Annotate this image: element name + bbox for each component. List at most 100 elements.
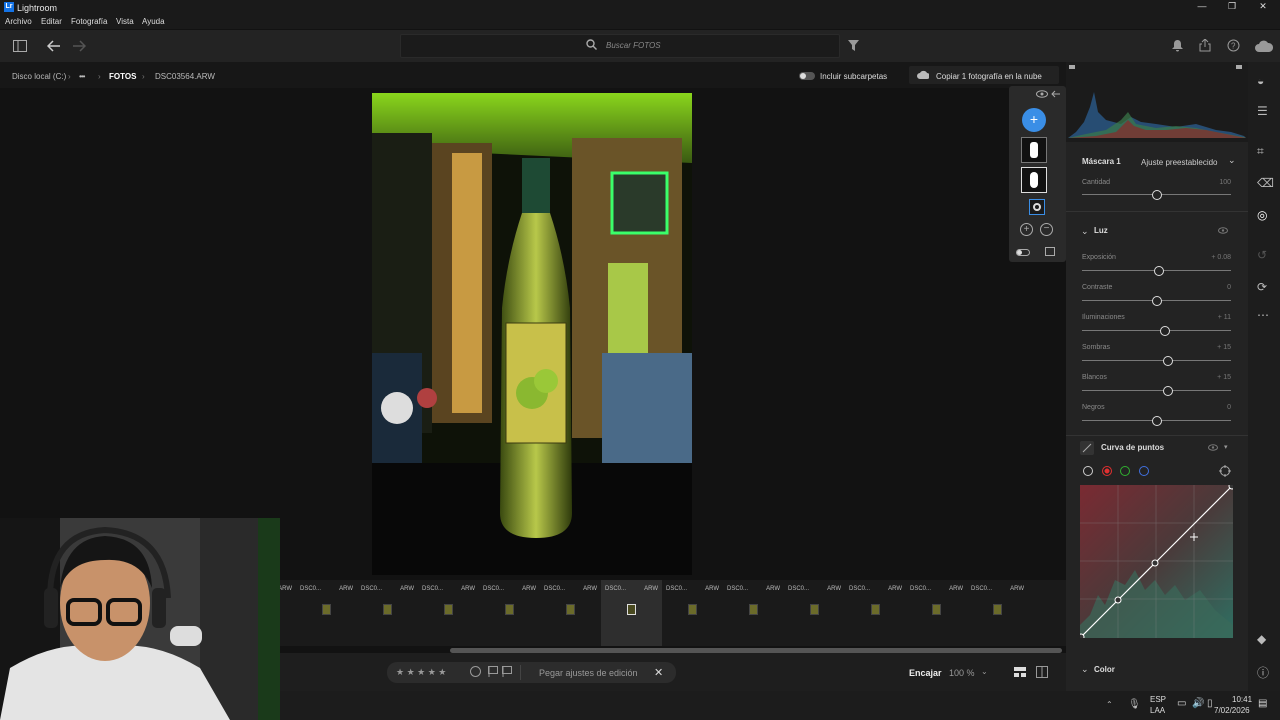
help-icon[interactable]: ? xyxy=(1227,39,1240,52)
filmstrip-thumbnail[interactable]: DSC0... ARW xyxy=(418,580,479,646)
filmstrip-thumbnail[interactable]: DSC0... ARW xyxy=(662,580,723,646)
mask-thumbnail-2[interactable] xyxy=(1021,167,1047,193)
versions-icon[interactable]: ⟳ xyxy=(1257,280,1267,294)
info-icon[interactable]: ⓘ xyxy=(1257,664,1269,681)
overlay-toggle[interactable] xyxy=(1016,249,1030,256)
history-icon[interactable]: ↺ xyxy=(1257,248,1267,262)
white-channel-icon[interactable] xyxy=(1083,466,1093,476)
share-icon[interactable] xyxy=(1199,39,1211,52)
filmstrip-thumbnail[interactable]: DSC0... ARW xyxy=(967,580,1028,646)
subfolders-toggle[interactable] xyxy=(799,72,815,80)
amount-value: 100 xyxy=(1219,179,1231,186)
profile-icon[interactable]: ◒ xyxy=(1257,74,1264,88)
filmstrip-thumbnail[interactable]: DSC0... ARW xyxy=(906,580,967,646)
eye-icon[interactable] xyxy=(1218,227,1228,234)
luz-section-title[interactable]: Luz xyxy=(1094,226,1108,235)
filter-icon[interactable] xyxy=(848,40,859,51)
thumbnail-name: DSC0... xyxy=(910,586,932,592)
amount-slider[interactable] xyxy=(1151,190,1162,200)
search-bar[interactable]: Buscar FOTOS xyxy=(400,34,840,58)
panel-toggle-icon[interactable] xyxy=(13,40,27,52)
filmstrip-thumbnail[interactable]: DSC0... ARW xyxy=(784,580,845,646)
eye-icon[interactable] xyxy=(1208,444,1218,451)
star-rating[interactable]: ★ ★ ★ ★ ★ xyxy=(396,667,446,678)
add-mask-button[interactable]: + xyxy=(1022,108,1046,132)
grid-view-icon[interactable] xyxy=(1014,667,1026,677)
breadcrumb-drive[interactable]: Disco local (C:) xyxy=(12,72,66,81)
curve-section-title[interactable]: Curva de puntos xyxy=(1101,443,1164,452)
filmstrip-thumbnail[interactable]: DSC0... ARW xyxy=(296,580,357,646)
blue-channel-icon[interactable] xyxy=(1139,466,1149,476)
filmstrip-thumbnail[interactable]: DSC0... ARW xyxy=(723,580,784,646)
preset-dropdown[interactable]: Ajuste preestablecido xyxy=(1141,158,1218,167)
chevron-up-icon[interactable]: ⌃ xyxy=(1106,700,1113,709)
filmstrip-thumbnail[interactable]: DSC0... ARW xyxy=(601,580,662,646)
menu-vista[interactable]: Vista xyxy=(116,17,134,26)
filmstrip-thumbnail[interactable]: DSC0... ARW xyxy=(540,580,601,646)
tag-icon[interactable]: ◆ xyxy=(1257,632,1266,646)
eraser-icon[interactable]: ⌫ xyxy=(1257,176,1274,190)
more-icon[interactable]: ⋯ xyxy=(1257,308,1269,322)
radial-mask-icon[interactable] xyxy=(1029,199,1045,215)
maximize-button[interactable]: ❐ xyxy=(1225,1,1239,13)
speaker-icon[interactable]: 🔊 xyxy=(1192,698,1204,709)
menu-editar[interactable]: Editar xyxy=(41,17,62,26)
chevron-down-icon[interactable]: ⌄ xyxy=(1081,226,1089,237)
filmstrip-thumbnail[interactable]: DSC0... ARW xyxy=(479,580,540,646)
target-adjust-icon[interactable] xyxy=(1219,465,1231,477)
sliders-icon[interactable]: ☰ xyxy=(1257,104,1268,118)
menu-ayuda[interactable]: Ayuda xyxy=(142,17,165,26)
close-icon[interactable]: ✕ xyxy=(654,666,663,679)
taskbar-time[interactable]: 10:41 xyxy=(1232,695,1252,704)
slider-knob[interactable] xyxy=(1151,296,1162,306)
point-curve-editor[interactable] xyxy=(1077,482,1236,641)
caret-down-icon[interactable]: ▾ xyxy=(1224,443,1228,451)
arrow-right-icon[interactable] xyxy=(72,40,86,52)
fit-label[interactable]: Encajar xyxy=(909,668,942,678)
menu-fotografia[interactable]: Fotografía xyxy=(71,17,107,26)
compare-view-icon[interactable] xyxy=(1036,666,1048,678)
network-icon[interactable]: ▭ xyxy=(1177,698,1186,709)
menu-archivo[interactable]: Archivo xyxy=(5,17,32,26)
flag-pick-icon[interactable] xyxy=(488,666,498,677)
color-section-title[interactable]: Color xyxy=(1094,665,1115,674)
eye-icon[interactable] xyxy=(1036,90,1048,98)
add-to-mask-icon[interactable]: + xyxy=(1020,223,1033,236)
unflag-icon[interactable] xyxy=(470,666,481,677)
filmstrip-thumbnail[interactable]: DSC0... ARW xyxy=(845,580,906,646)
search-icon xyxy=(586,39,597,50)
chevron-down-icon[interactable]: ⌄ xyxy=(981,667,988,676)
subtract-from-mask-icon[interactable]: − xyxy=(1040,223,1053,236)
minimize-button[interactable]: — xyxy=(1195,1,1209,13)
mask-thumbnail-1[interactable] xyxy=(1021,137,1047,163)
breadcrumb-ellipsis[interactable]: ••• xyxy=(79,72,85,81)
close-button[interactable]: ✕ xyxy=(1256,1,1270,13)
bell-icon[interactable] xyxy=(1172,40,1183,52)
zoom-level[interactable]: 100 % xyxy=(949,668,975,678)
green-channel-icon[interactable] xyxy=(1120,466,1130,476)
notifications-icon[interactable]: ▤ xyxy=(1258,698,1267,709)
breadcrumb-folder[interactable]: FOTOS xyxy=(109,72,136,81)
app-title: Lightroom xyxy=(17,3,58,13)
paste-settings-button[interactable]: Pegar ajustes de edición xyxy=(539,668,638,678)
cloud-icon[interactable] xyxy=(1255,40,1273,52)
search-input[interactable]: Buscar FOTOS xyxy=(606,41,661,50)
filmstrip-thumbnail[interactable]: DSC0... ARW xyxy=(357,580,418,646)
masking-icon[interactable]: ◎ xyxy=(1257,208,1267,222)
taskbar-layout[interactable]: LAA xyxy=(1150,706,1165,715)
arrow-left-icon[interactable] xyxy=(1051,90,1061,98)
main-photo[interactable] xyxy=(372,93,692,575)
chevron-down-icon[interactable]: ⌄ xyxy=(1081,664,1089,675)
battery-icon[interactable]: ▯ xyxy=(1207,698,1213,709)
taskbar-lang[interactable]: ESP xyxy=(1150,695,1166,704)
copy-to-cloud-button[interactable]: Copiar 1 fotografía en la nube xyxy=(909,66,1059,84)
slider-knob[interactable] xyxy=(1151,416,1162,426)
overlay-settings-icon[interactable] xyxy=(1045,247,1055,256)
red-channel-icon[interactable] xyxy=(1102,466,1112,476)
flag-reject-icon[interactable] xyxy=(502,666,512,677)
arrow-left-icon[interactable] xyxy=(47,40,61,52)
crop-icon[interactable]: ⌗ xyxy=(1257,144,1264,159)
chevron-down-icon[interactable]: ⌄ xyxy=(1228,155,1236,166)
taskbar-date[interactable]: 7/02/2026 xyxy=(1214,706,1250,715)
microphone-icon[interactable]: 🎙 xyxy=(1128,699,1141,710)
